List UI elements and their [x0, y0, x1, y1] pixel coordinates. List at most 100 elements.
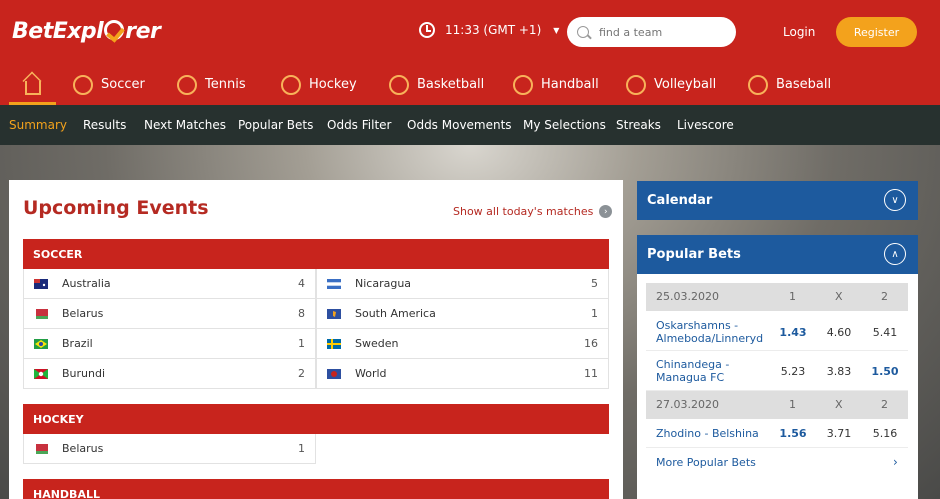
brazil-flag-icon [34, 338, 48, 349]
country-name: Nicaragua [355, 277, 412, 290]
list-item[interactable]: Nicaragua 5 [316, 269, 609, 299]
country-name: Brazil [62, 337, 93, 350]
sport-tab-basketball[interactable]: Basketball [389, 64, 484, 105]
calendar-panel-header[interactable]: Calendar ∨ [637, 181, 918, 220]
popular-bets-header[interactable]: Popular Bets ∧ [637, 235, 918, 274]
odds-draw[interactable]: 3.71 [819, 427, 859, 440]
login-link[interactable]: Login [783, 25, 815, 39]
odds-draw[interactable]: 4.60 [819, 326, 859, 339]
date-header-row: 27.03.2020 1 X 2 [646, 391, 908, 419]
section-soccer[interactable]: SOCCER [23, 239, 609, 269]
country-name: South America [355, 307, 436, 320]
subnav-livescore[interactable]: Livescore [677, 118, 734, 132]
sport-label: Basketball [417, 77, 485, 92]
team-line: Chinandega - [656, 358, 730, 371]
table-row[interactable]: Chinandega - Managua FC 5.23 3.83 1.50 [646, 351, 908, 391]
chevron-up-icon[interactable]: ∧ [884, 243, 906, 265]
country-name: Belarus [62, 442, 104, 455]
sport-tab-handball[interactable]: Handball [513, 64, 599, 105]
top-header: BetExplrer 11:33 (GMT +1) ▼ Login Regist… [0, 0, 940, 64]
current-time: 11:33 (GMT +1) [445, 23, 542, 37]
tennis-racket-icon [177, 74, 197, 95]
list-item[interactable]: Sweden 16 [316, 329, 609, 359]
subnav-next-matches[interactable]: Next Matches [144, 118, 226, 132]
subnav-popular-bets[interactable]: Popular Bets [238, 118, 313, 132]
show-all-label: Show all today's matches [453, 205, 594, 218]
match-count: 2 [298, 367, 305, 380]
match-teams[interactable]: Chinandega - Managua FC [656, 358, 729, 384]
chevron-right-icon[interactable]: › [893, 455, 898, 469]
australia-flag-icon [34, 278, 48, 289]
subnav-summary[interactable]: Summary [9, 118, 67, 132]
betexplorer-logo[interactable]: BetExpl rer [12, 18, 161, 44]
belarus-flag-icon [34, 308, 48, 319]
world-flag-icon [327, 368, 341, 379]
table-row[interactable]: Zhodino - Belshina 1.56 3.71 5.16 [646, 419, 908, 448]
list-item[interactable]: Belarus 1 [23, 434, 316, 464]
match-teams[interactable]: Zhodino - Belshina [656, 427, 759, 440]
sweden-flag-icon [327, 338, 341, 349]
odds-away[interactable]: 5.16 [865, 427, 905, 440]
popular-bets-title: Popular Bets [647, 247, 741, 262]
search-box[interactable] [567, 17, 736, 47]
sport-tab-volleyball[interactable]: Volleyball [626, 64, 716, 105]
home-tab[interactable] [9, 64, 56, 105]
sport-nav: Soccer Tennis Hockey Basketball Handball… [0, 64, 940, 105]
odds-away[interactable]: 1.50 [865, 365, 905, 378]
list-item[interactable]: Belarus 8 [23, 299, 316, 329]
chevron-down-icon[interactable]: ∨ [884, 189, 906, 211]
country-name: Australia [62, 277, 111, 290]
section-hockey[interactable]: HOCKEY [23, 404, 609, 434]
subnav-odds-movements[interactable]: Odds Movements [407, 118, 512, 132]
sport-tab-baseball[interactable]: Baseball [748, 64, 831, 105]
sport-label: Handball [541, 77, 599, 92]
sub-nav: Summary Results Next Matches Popular Bet… [0, 105, 940, 145]
match-teams[interactable]: Oskarshamns - Almeboda/Linneryd [656, 319, 763, 345]
odds-home[interactable]: 1.56 [773, 427, 813, 440]
page-title: Upcoming Events [23, 197, 209, 219]
match-count: 16 [584, 337, 598, 350]
home-icon [24, 80, 41, 95]
subnav-streaks[interactable]: Streaks [616, 118, 661, 132]
subnav-my-selections[interactable]: My Selections [523, 118, 606, 132]
country-name: Belarus [62, 307, 104, 320]
list-item[interactable]: Brazil 1 [23, 329, 316, 359]
odds-home[interactable]: 5.23 [773, 365, 813, 378]
nicaragua-flag-icon [327, 278, 341, 289]
match-count: 11 [584, 367, 598, 380]
match-date: 27.03.2020 [656, 398, 719, 411]
list-item[interactable]: Australia 4 [23, 269, 316, 299]
odds-draw[interactable]: 3.83 [819, 365, 859, 378]
show-all-matches-link[interactable]: Show all today's matches › [453, 205, 613, 218]
team-line: Managua FC [656, 371, 725, 384]
sport-label: Baseball [776, 77, 832, 92]
calendar-title: Calendar [647, 193, 713, 208]
match-count: 4 [298, 277, 305, 290]
odds-home[interactable]: 1.43 [773, 326, 813, 339]
sport-tab-tennis[interactable]: Tennis [177, 64, 246, 105]
section-handball[interactable]: HANDBALL [23, 479, 609, 499]
list-item[interactable]: Burundi 2 [23, 359, 316, 389]
popular-bets-panel: Popular Bets ∧ 25.03.2020 1 X 2 Oskarsha… [637, 235, 918, 499]
sport-tab-hockey[interactable]: Hockey [281, 64, 357, 105]
subnav-results[interactable]: Results [83, 118, 126, 132]
col-2-header: 2 [881, 290, 888, 303]
subnav-odds-filter[interactable]: Odds Filter [327, 118, 391, 132]
odds-away[interactable]: 5.41 [865, 326, 905, 339]
list-item[interactable]: World 11 [316, 359, 609, 389]
match-count: 1 [298, 337, 305, 350]
register-button[interactable]: Register [836, 17, 917, 47]
search-icon [577, 26, 589, 38]
clock-icon [419, 22, 435, 38]
list-item[interactable]: South America 1 [316, 299, 609, 329]
search-input[interactable] [599, 25, 719, 39]
country-name: World [355, 367, 387, 380]
sport-tab-soccer[interactable]: Soccer [73, 64, 145, 105]
table-row[interactable]: Oskarshamns - Almeboda/Linneryd 1.43 4.60… [646, 313, 908, 351]
timezone-selector[interactable]: 11:33 (GMT +1) ▼ [419, 22, 559, 38]
col-x-header: X [835, 290, 843, 303]
sport-label: Tennis [205, 77, 246, 92]
country-name: Sweden [355, 337, 399, 350]
more-popular-bets-link[interactable]: More Popular Bets [656, 456, 756, 469]
chevron-right-icon: › [599, 205, 613, 218]
